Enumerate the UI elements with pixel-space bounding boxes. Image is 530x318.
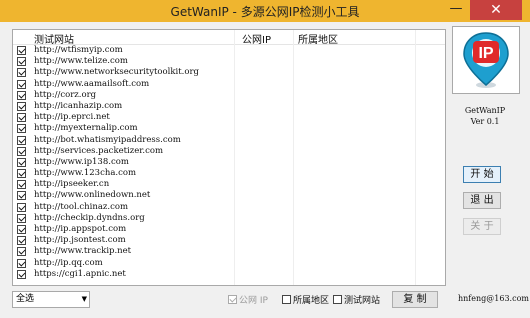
chevron-down-icon: ▼ [81,295,87,303]
site-url: http://checkip.dyndns.org [34,212,145,223]
checkbox-box [228,295,237,304]
list-item[interactable]: http://www.aamailsoft.com [13,79,445,90]
copy-button[interactable]: 复 制 [392,291,438,308]
copy-site-checkbox[interactable]: 测试网站 [333,293,380,306]
start-button[interactable]: 开 始 [463,166,501,183]
list-header: 测试网站 公网IP 所属地区 [13,30,445,46]
list-item[interactable]: http://www.networksecuritytoolkit.org [13,67,445,78]
row-checkbox[interactable] [17,135,26,145]
list-item[interactable]: http://icanhazip.com [13,101,445,112]
row-checkbox[interactable] [17,258,26,268]
list-item[interactable]: http://services.packetizer.com [13,146,445,157]
author-email: hnfeng@163.com [458,294,529,303]
site-list[interactable]: 测试网站 公网IP 所属地区 http://wtfismyip.com http:… [12,29,446,286]
list-item[interactable]: http://www.trackip.net [13,246,445,257]
exit-button[interactable]: 退 出 [463,192,501,209]
site-url: http://icanhazip.com [34,100,123,111]
list-item[interactable]: http://www.telize.com [13,56,445,67]
list-item[interactable]: http://ip.jsontest.com [13,235,445,246]
row-checkbox[interactable] [17,79,26,89]
row-checkbox[interactable] [17,202,26,212]
list-item[interactable]: http://tool.chinaz.com [13,202,445,213]
app-name: GetWanIP [464,106,506,115]
about-button[interactable]: 关 于 [463,218,501,235]
row-checkbox[interactable] [17,225,26,234]
list-item[interactable]: http://myexternalip.com [13,123,445,134]
checkbox-label: 所属地区 [293,296,330,306]
site-url: http://myexternalip.com [34,123,138,134]
site-url: http://bot.whatismyipaddress.com [34,134,181,145]
site-url: http://www.123cha.com [34,168,137,179]
site-url: http://www.aamailsoft.com [34,78,150,89]
column-header-site[interactable]: 测试网站 [34,31,74,46]
site-url: http://www.trackip.net [34,246,132,257]
checkbox-box [282,295,291,304]
app-version: Ver 0.1 [470,117,500,126]
column-header-region[interactable]: 所属地区 [298,31,338,46]
site-url: https://cgi1.apnic.net [34,268,126,279]
list-item[interactable]: http://www.123cha.com [13,168,445,179]
row-checkbox[interactable] [17,213,26,223]
close-button[interactable]: ✕ [470,0,522,20]
row-checkbox[interactable] [17,269,26,279]
checkbox-box [333,295,342,304]
site-url: http://www.onlinedown.net [34,190,151,201]
location-pin-icon: IP [463,32,509,88]
site-url: http://tool.chinaz.com [34,201,129,212]
minimize-button[interactable]: — [443,0,469,20]
row-checkbox[interactable] [17,236,26,246]
site-url: http://www.ip138.com [34,156,129,167]
site-url: http://www.networksecuritytoolkit.org [34,67,199,78]
row-checkbox[interactable] [17,113,26,123]
list-item[interactable]: http://checkip.dyndns.org [13,213,445,224]
list-item[interactable]: http://ip.appspot.com [13,224,445,235]
row-checkbox[interactable] [17,68,26,78]
list-item[interactable]: http://wtfismyip.com [13,45,445,56]
row-checkbox[interactable] [17,191,26,201]
row-checkbox[interactable] [17,247,26,257]
logo-text: IP [478,45,493,62]
app-logo: IP [452,26,520,94]
list-rows: http://wtfismyip.com http://www.telize.co… [13,45,445,280]
site-url: http://ip.jsontest.com [34,235,126,246]
site-url: http://ip.appspot.com [34,224,127,234]
list-item[interactable]: http://www.ip138.com [13,157,445,168]
list-item[interactable]: https://cgi1.apnic.net [13,269,445,280]
row-checkbox[interactable] [17,157,26,167]
list-item[interactable]: http://www.onlinedown.net [13,190,445,201]
row-checkbox[interactable] [17,46,26,55]
row-checkbox[interactable] [17,57,26,67]
list-item[interactable]: http://ip.eprci.net [13,112,445,123]
list-item[interactable]: http://bot.whatismyipaddress.com [13,135,445,146]
site-url: http://ip.eprci.net [34,112,110,123]
column-header-ip[interactable]: 公网IP [242,31,271,46]
checkbox-label: 公网 IP [239,296,268,306]
checkbox-label: 测试网站 [344,296,381,306]
row-checkbox[interactable] [17,124,26,134]
site-url: http://corz.org [34,89,97,100]
list-item[interactable]: http://ipseeker.cn [13,179,445,190]
select-all-dropdown[interactable]: 全选 ▼ [12,291,90,308]
title-bar[interactable]: GetWanIP - 多源公网IP检测小工具 — ✕ [0,0,530,22]
copy-ip-checkbox[interactable]: 公网 IP [228,293,268,306]
row-checkbox[interactable] [17,90,26,100]
site-url: http://ipseeker.cn [34,179,110,190]
site-url: http://ip.qq.com [34,257,103,268]
row-checkbox[interactable] [17,146,26,156]
copy-region-checkbox[interactable]: 所属地区 [282,293,329,306]
row-checkbox[interactable] [17,101,26,111]
dropdown-value: 全选 [16,294,35,304]
site-url: http://wtfismyip.com [34,45,123,55]
app-window: GetWanIP - 多源公网IP检测小工具 — ✕ 测试网站 公网IP 所属地… [0,0,530,318]
row-checkbox[interactable] [17,169,26,179]
site-url: http://services.packetizer.com [34,145,164,156]
site-url: http://www.telize.com [34,56,128,67]
list-item[interactable]: http://ip.qq.com [13,258,445,269]
row-checkbox[interactable] [17,180,26,190]
list-item[interactable]: http://corz.org [13,90,445,101]
